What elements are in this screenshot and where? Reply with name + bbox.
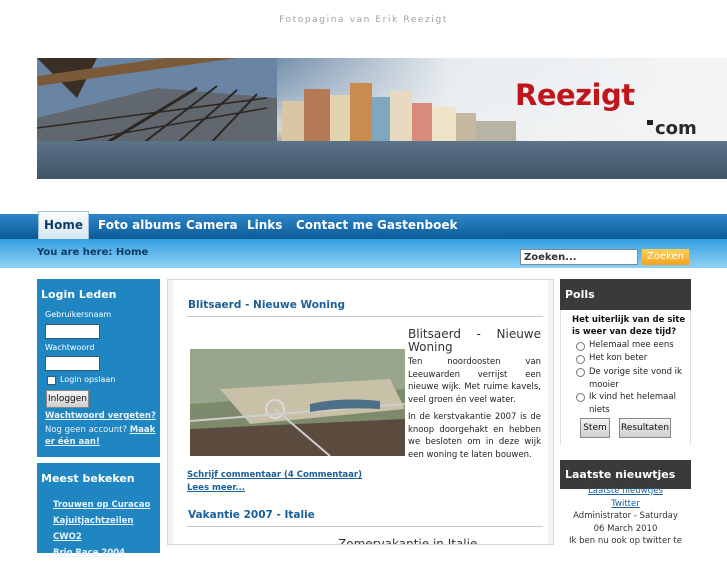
remember-label: Login opslaan	[60, 375, 116, 384]
article-title[interactable]: Blitsaerd - Nieuwe Woning	[188, 299, 345, 311]
article-paragraph: In de kerstvakantie 2007 is de knoop doo…	[408, 412, 541, 460]
vote-button[interactable]: Stem	[580, 418, 610, 438]
poll-option-radio[interactable]	[576, 368, 585, 377]
poll-option-label: De vorige site vond ik mooier	[589, 367, 682, 390]
poll-option-label: Helemaal mee eens	[589, 340, 674, 350]
site-logo[interactable]: Reezigt	[515, 78, 635, 112]
article-heading: Zomervakantie in Italie	[338, 537, 478, 545]
nav-camera[interactable]: Camera	[186, 214, 238, 239]
aerial-photo	[190, 349, 405, 456]
article-title[interactable]: Vakantie 2007 - Italie	[188, 509, 315, 521]
aerial-photo-image	[190, 349, 405, 456]
nav-foto-albums[interactable]: Foto albums	[98, 214, 181, 239]
right-sidebar: Polls Het uiterlijk van de site is weer …	[560, 279, 691, 546]
forgot-password-link[interactable]: Wachtwoord vergeten?	[45, 411, 156, 421]
nav-gastenboek[interactable]: Gastenboek	[377, 214, 457, 239]
polls-panel: Het uiterlijk van de site is weer van de…	[560, 310, 691, 445]
poll-option-label: Het kon beter	[589, 353, 648, 363]
article-paragraph: Ten noordoosten van Leeuwarden verrijst …	[408, 357, 541, 405]
username-field[interactable]	[45, 324, 100, 339]
password-label: Wachtwoord	[45, 343, 95, 352]
most-viewed-item[interactable]: Trouwen op Curacao	[53, 497, 160, 513]
nav-contact[interactable]: Contact me	[296, 214, 373, 239]
results-button[interactable]: Resultaten	[619, 418, 671, 438]
read-more-link[interactable]: Lees meer...	[187, 483, 245, 493]
remember-checkbox[interactable]	[47, 376, 56, 385]
left-sidebar: Login Leden Gebruikersnaam Wachtwoord Lo…	[37, 279, 160, 558]
poll-option-label: Ik vind het helemaal niets	[589, 392, 676, 415]
username-label: Gebruikersnaam	[45, 310, 112, 319]
news-panel: Laatste nieuwtjes Twitter Administrator …	[560, 485, 691, 546]
news-meta: Administrator - Saturday 06 March 2010	[573, 511, 678, 534]
site-tagline: Fotopagina van Erik Reezigt	[279, 15, 448, 25]
login-title: Login Leden	[41, 288, 117, 301]
search-input[interactable]	[520, 249, 638, 265]
news-link[interactable]: Laatste nieuwtjes	[560, 485, 691, 498]
breadcrumb: You are here: Home	[37, 247, 149, 258]
most-viewed-panel: Meest bekeken Trouwen op Curacao Kajuitj…	[37, 463, 160, 558]
password-field[interactable]	[45, 356, 100, 371]
poll-option-radio[interactable]	[576, 342, 585, 351]
main-nav: Home Foto albums Camera Links Contact me…	[0, 211, 727, 240]
main-content: Blitsaerd - Nieuwe Woning Blitsaerd - Ni…	[167, 279, 554, 545]
comment-link[interactable]: Schrijf commentaar (4 Commentaar)	[187, 470, 362, 480]
site-logo-suffix: com	[655, 118, 697, 139]
news-link[interactable]: Twitter	[560, 498, 691, 511]
poll-question: Het uiterlijk van de site is weer van de…	[572, 315, 686, 337]
login-button[interactable]: Inloggen	[46, 390, 89, 408]
no-account-text: Nog geen account?	[45, 425, 127, 435]
login-panel: Login Leden Gebruikersnaam Wachtwoord Lo…	[37, 279, 160, 457]
search-button[interactable]: Zoeken	[642, 249, 689, 265]
most-viewed-item[interactable]: Kajuitjachtzeilen CWO2	[53, 513, 160, 545]
most-viewed-title: Meest bekeken	[41, 472, 135, 485]
polls-title: Polls	[560, 279, 691, 310]
article-heading: Blitsaerd - Nieuwe Woning	[408, 327, 541, 354]
nav-links[interactable]: Links	[247, 214, 282, 239]
most-viewed-item[interactable]: Brio Race 2004	[53, 545, 160, 561]
poll-option-radio[interactable]	[576, 393, 585, 402]
news-snippet: Ik ben nu ook op twitter te	[569, 536, 682, 546]
logo-dot	[647, 120, 653, 125]
nav-home[interactable]: Home	[38, 211, 89, 240]
header-banner: Reezigt com	[37, 58, 727, 179]
poll-option-radio[interactable]	[576, 355, 585, 364]
